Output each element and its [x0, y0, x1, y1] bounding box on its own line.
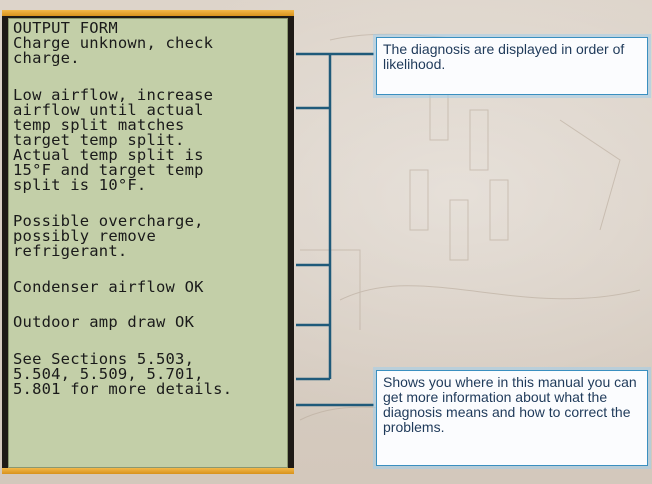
callout-text: The diagnosis are displayed in order of … [383, 41, 625, 72]
callout-manual-sections: Shows you where in this manual you can g… [376, 370, 648, 466]
callout-text: Shows you where in this manual you can g… [383, 374, 637, 435]
callout-diagnosis-order: The diagnosis are displayed in order of … [376, 37, 648, 95]
